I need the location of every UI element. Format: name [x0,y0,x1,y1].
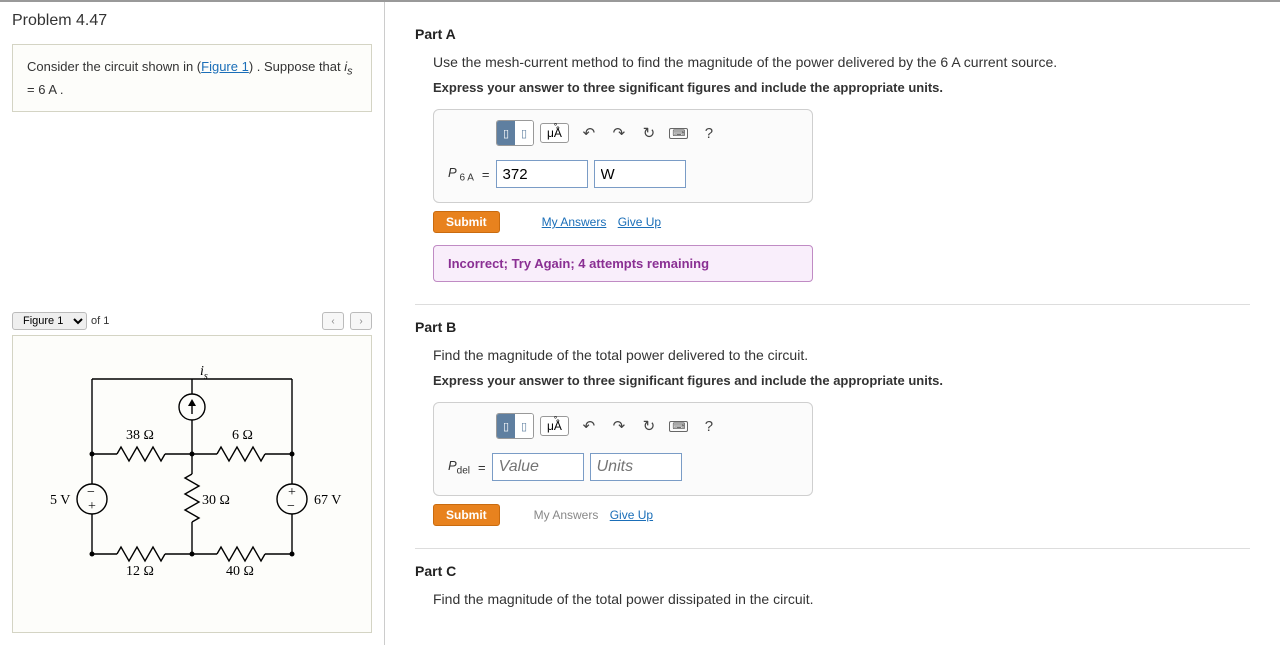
part-a-submit-row: Submit My Answers Give Up [433,211,1250,233]
part-a-eq: = [482,167,490,182]
part-c-question: Find the magnitude of the total power di… [433,591,1250,607]
units-picker-button[interactable]: ∘μÅ [540,123,569,143]
figure-diagram: is 38 Ω 6 Ω [12,335,372,633]
prompt-var-sub: s [347,66,352,78]
template-toggle-b[interactable]: ▯▯ [496,413,534,439]
help-button[interactable]: ? [695,120,723,146]
part-a-answer-box: ▯▯ ∘μÅ ↶ ↷ ↻ ⌨ ? P 6 A = [433,109,813,203]
part-a-value-input[interactable] [496,160,588,188]
r40-label: 40 Ω [226,564,254,579]
v67-label: 67 V [314,493,341,508]
part-b-value-input[interactable] [492,453,584,481]
part-b-submit-button[interactable]: Submit [433,504,500,526]
left-panel: Problem 4.47 Consider the circuit shown … [0,2,385,645]
part-b-var-label: Pdel [448,458,470,477]
part-a-toolbar: ▯▯ ∘μÅ ↶ ↷ ↻ ⌨ ? [434,110,812,156]
reset-button-b[interactable]: ↻ [635,413,663,439]
figure-toolbar: Figure 1 of 1 ‹ › [12,312,372,330]
part-b-answer-box: ▯▯ ∘μÅ ↶ ↷ ↻ ⌨ ? Pdel = [433,402,813,496]
prompt-text-post: ) . Suppose that [249,59,344,74]
reset-button[interactable]: ↻ [635,120,663,146]
part-b-my-answers: My Answers [534,508,599,522]
template-toggle[interactable]: ▯▯ [496,120,534,146]
problem-prompt: Consider the circuit shown in (Figure 1)… [12,44,372,112]
r6-label: 6 Ω [232,428,253,443]
prompt-eq: = 6 A . [27,82,64,97]
redo-button[interactable]: ↷ [605,120,633,146]
keyboard-button[interactable]: ⌨ [665,120,693,146]
circuit-svg: is 38 Ω 6 Ω [32,359,352,609]
part-b-title: Part B [415,319,1250,335]
part-a-instruction: Express your answer to three significant… [433,80,1250,95]
part-a-q-post: current source. [960,54,1057,70]
part-b-toolbar: ▯▯ ∘μÅ ↶ ↷ ↻ ⌨ ? [434,403,812,449]
part-b-instruction: Express your answer to three significant… [433,373,1250,388]
part-a-question: Use the mesh-current method to find the … [433,54,1250,70]
v67-plus: + [288,485,296,500]
help-button-b[interactable]: ? [695,413,723,439]
undo-button[interactable]: ↶ [575,120,603,146]
part-c-title: Part C [415,563,1250,579]
part-a-q-pre: Use the mesh-current method to find the … [433,54,951,70]
r12-label: 12 Ω [126,564,154,579]
part-b-eq: = [478,460,486,475]
undo-button-b[interactable]: ↶ [575,413,603,439]
part-a-title: Part A [415,26,1250,42]
part-b-question: Find the magnitude of the total power de… [433,347,1250,363]
part-a-submit-button[interactable]: Submit [433,211,500,233]
separator-a-b [415,304,1250,305]
part-a-q-unit: A [951,54,960,70]
part-b-submit-row: Submit My Answers Give Up [433,504,1250,526]
figure-prev-button[interactable]: ‹ [322,312,344,330]
figure-link[interactable]: Figure 1 [201,59,249,74]
right-panel: Part A Use the mesh-current method to fi… [385,2,1280,645]
prompt-text-pre: Consider the circuit shown in ( [27,59,201,74]
part-a-my-answers-link[interactable]: My Answers [542,215,607,229]
r30-label: 30 Ω [202,493,230,508]
problem-title: Problem 4.47 [12,12,372,30]
keyboard-button-b[interactable]: ⌨ [665,413,693,439]
v5-plus: + [88,499,96,514]
part-a-units-input[interactable] [594,160,686,188]
units-picker-button-b[interactable]: ∘μÅ [540,416,569,436]
part-b-units-input[interactable] [590,453,682,481]
v5-label: 5 V [50,493,70,508]
part-a-feedback: Incorrect; Try Again; 4 attempts remaini… [433,245,813,282]
figure-next-button[interactable]: › [350,312,372,330]
figure-count: of 1 [91,315,109,327]
r38-label: 38 Ω [126,428,154,443]
part-b-give-up-link[interactable]: Give Up [610,508,653,522]
part-a-var-label: P 6 A [448,165,474,184]
part-a-give-up-link[interactable]: Give Up [618,215,661,229]
redo-button-b[interactable]: ↷ [605,413,633,439]
figure-selector[interactable]: Figure 1 [12,312,87,330]
v5-minus: − [87,485,95,500]
v67-minus: − [287,499,295,514]
separator-b-c [415,548,1250,549]
